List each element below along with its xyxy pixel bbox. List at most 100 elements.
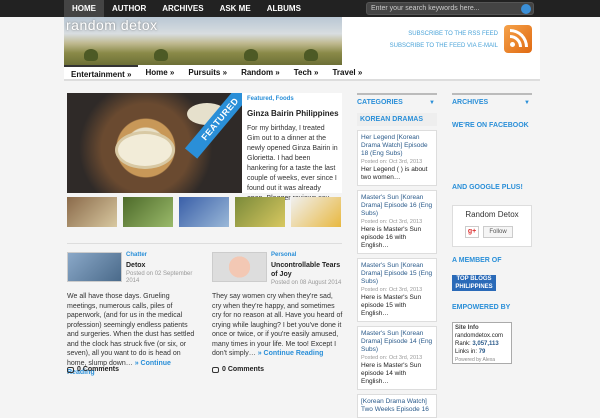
archives-widget[interactable]: ARCHIVES ▼ [452, 93, 532, 107]
rss-feed-link[interactable]: SUBSCRIBE TO THE RSS FEED [408, 31, 498, 37]
featured-text: Featured, Foods Ginza Bairin Philippines… [247, 96, 339, 204]
top-nav-ask-me[interactable]: ASK ME [212, 0, 259, 17]
siteinfo-title: Site Info [455, 325, 479, 331]
top-nav-bar: HOME AUTHOR ARCHIVES ASK ME ALBUMS Enter… [0, 0, 600, 17]
chevron-down-icon[interactable]: ▼ [524, 100, 530, 106]
entry-title[interactable]: Her Legend [Korean Drama Watch] Episode … [361, 134, 433, 158]
top-nav-albums[interactable]: ALBUMS [259, 0, 309, 17]
rss-icon[interactable] [504, 25, 532, 53]
comments-link[interactable]: 0 Comments [67, 366, 119, 373]
site-header: random detox SUBSCRIBE TO THE RSS FEED S… [64, 17, 540, 65]
korean-dramas-heading[interactable]: KOREAN DRAMAS [357, 113, 437, 126]
entry-excerpt: Here is Master's Sun episode 14 with Eng… [361, 362, 422, 385]
entry-date: Posted on: Oct 3rd, 2013 [361, 287, 423, 293]
entry-date: Posted on: Oct 3rd, 2013 [361, 159, 423, 165]
entry-title[interactable]: Master's Sun [Korean Drama] Episode 15 (… [361, 262, 433, 286]
featured-categories[interactable]: Featured, Foods [247, 96, 339, 102]
list-item[interactable]: [Korean Drama Watch] Two Weeks Episode 1… [357, 394, 437, 418]
list-item[interactable]: Master's Sun [Korean Drama] Episode 16 (… [357, 190, 437, 254]
right-sidebar: ARCHIVES ▼ WE'RE ON FACEBOOK AND GOOGLE … [452, 93, 532, 364]
links-label: Links in: [455, 349, 478, 355]
rank-label: Rank: [455, 341, 471, 347]
post-date: Posted on 02 September 2014 [126, 271, 193, 284]
tree-graphic [244, 49, 258, 61]
thumbnail[interactable] [179, 197, 229, 227]
top-nav-author[interactable]: AUTHOR [104, 0, 154, 17]
bowl-graphic [115, 131, 175, 169]
post-category[interactable]: Chatter [126, 252, 147, 258]
cat-nav-entertainment[interactable]: Entertainment » [64, 65, 139, 79]
tree-graphic [84, 49, 98, 61]
top-blogs-badge[interactable]: TOP BLOGS PHILIPPINES [452, 275, 496, 291]
cat-nav-tech[interactable]: Tech » [287, 65, 326, 79]
thumbnail[interactable] [291, 197, 341, 227]
thumbnail[interactable] [123, 197, 173, 227]
top-nav-home[interactable]: HOME [64, 0, 104, 17]
middle-sidebar: CATEGORIES ▼ KOREAN DRAMAS Her Legend [K… [357, 93, 437, 418]
category-nav: Entertainment » Home » Pursuits » Random… [64, 65, 540, 81]
post-date: Posted on 08 August 2014 [271, 280, 342, 286]
tree-graphic [154, 49, 168, 61]
cat-nav-pursuits[interactable]: Pursuits » [181, 65, 234, 79]
featured-title[interactable]: Ginza Bairin Philippines [247, 109, 339, 118]
post-excerpt-text: They say women cry when they're sad, cry… [212, 293, 343, 357]
entry-excerpt: Her Legend ( ) is about two women… [361, 166, 428, 181]
comments-count: 0 Comments [222, 366, 265, 373]
entry-excerpt: Here is Master's Sun episode 15 with Eng… [361, 294, 422, 317]
post-title[interactable]: Uncontrollable Tears of Joy [271, 261, 343, 279]
google-plus-icon[interactable]: g+ [465, 226, 479, 238]
post-excerpt: They say women cry when they're sad, cry… [212, 292, 344, 359]
site-title[interactable]: random detox [66, 17, 158, 33]
facebook-heading: WE'RE ON FACEBOOK [452, 122, 529, 129]
thumbnail[interactable] [67, 197, 117, 227]
alexa-powered: Powered by Alexa [455, 357, 496, 363]
comment-icon [67, 366, 74, 373]
featured-thumbnails [67, 197, 342, 227]
post-category[interactable]: Personal [271, 252, 296, 258]
featured-image[interactable]: FEATURED [67, 93, 242, 193]
entry-title[interactable]: Master's Sun [Korean Drama] Episode 16 (… [361, 194, 433, 218]
email-feed-link[interactable]: SUBSCRIBE TO THE FEED VIA E-MAIL [390, 43, 498, 49]
entry-title[interactable]: [Korean Drama Watch] Two Weeks Episode 1… [361, 398, 433, 414]
google-plus-heading: AND GOOGLE PLUS! [452, 184, 523, 191]
gplus-page-name[interactable]: Random Detox [453, 210, 531, 219]
post-thumbnail[interactable] [67, 252, 122, 282]
member-heading: A MEMBER OF [452, 257, 502, 264]
siteinfo-domain: randomdetox.com [455, 333, 504, 339]
top-blogs-line2: PHILIPPINES [455, 284, 493, 290]
top-blogs-line1: TOP BLOGS [456, 276, 492, 282]
alexa-widget[interactable]: Site Info randomdetox.com Rank: 3,057,11… [452, 322, 512, 364]
search-input[interactable]: Enter your search keywords here... [366, 2, 534, 15]
rank-value: 3,057,113 [472, 341, 499, 347]
entry-title[interactable]: Master's Sun [Korean Drama] Episode 14 (… [361, 330, 433, 354]
post-title[interactable]: Detox [126, 261, 198, 270]
chevron-down-icon[interactable]: ▼ [429, 100, 435, 106]
entry-excerpt: Here is Master's Sun episode 16 with Eng… [361, 226, 422, 249]
entry-date: Posted on: Oct 3rd, 2013 [361, 355, 423, 361]
list-item[interactable]: Her Legend [Korean Drama Watch] Episode … [357, 130, 437, 186]
featured-post: FEATURED Featured, Foods Ginza Bairin Ph… [67, 93, 342, 202]
list-item[interactable]: Master's Sun [Korean Drama] Episode 15 (… [357, 258, 437, 322]
thumbnail[interactable] [235, 197, 285, 227]
continue-reading-link[interactable]: » Continue Reading [258, 350, 324, 357]
comment-icon [212, 366, 219, 373]
cat-nav-travel[interactable]: Travel » [325, 65, 369, 79]
top-nav-archives[interactable]: ARCHIVES [154, 0, 211, 17]
list-item[interactable]: Master's Sun [Korean Drama] Episode 14 (… [357, 326, 437, 390]
links-value: 79 [478, 349, 486, 355]
post-thumbnail[interactable] [212, 252, 267, 282]
tree-graphic [304, 49, 318, 61]
categories-heading: CATEGORIES [357, 99, 403, 106]
post-excerpt: We all have those days. Grueling meeting… [67, 292, 199, 378]
search-placeholder: Enter your search keywords here... [371, 5, 480, 12]
cat-nav-home[interactable]: Home » [138, 65, 181, 79]
header-banner[interactable]: random detox [64, 17, 342, 65]
cat-nav-random[interactable]: Random » [234, 65, 287, 79]
rss-dot [510, 42, 515, 47]
google-plus-badge: Random Detox g+ Follow [452, 205, 532, 247]
search-icon[interactable] [521, 4, 531, 14]
divider [67, 243, 342, 244]
comments-link[interactable]: 0 Comments [212, 366, 264, 373]
categories-widget[interactable]: CATEGORIES ▼ [357, 93, 437, 107]
follow-button[interactable]: Follow [483, 226, 513, 238]
